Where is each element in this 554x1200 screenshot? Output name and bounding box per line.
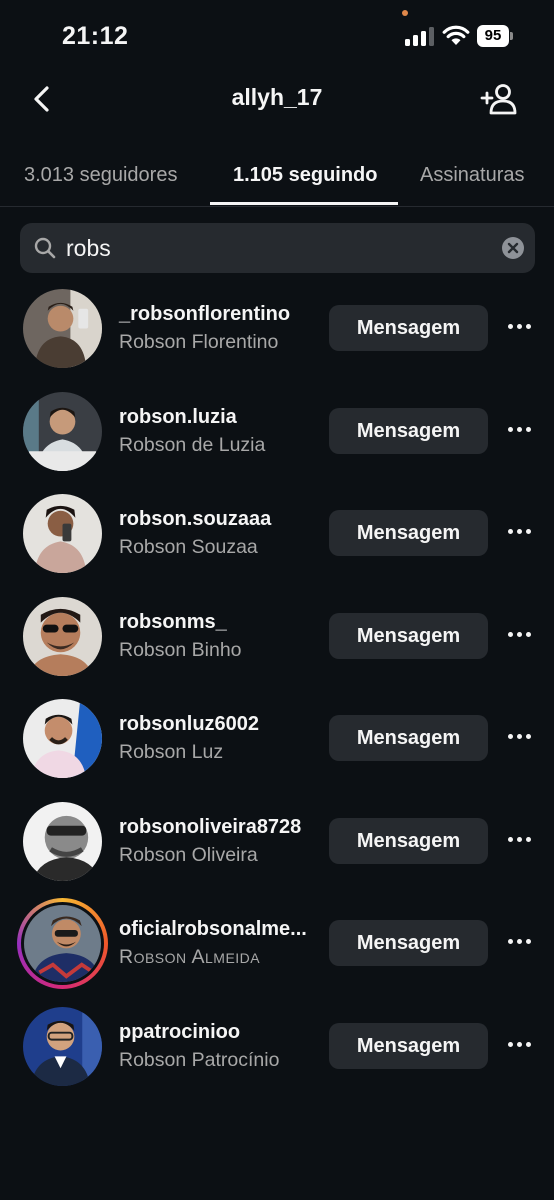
username[interactable]: robson.luzia xyxy=(119,406,237,429)
more-options-icon[interactable] xyxy=(508,937,532,947)
full-name: Robson Luz xyxy=(119,741,224,763)
username[interactable]: _robsonflorentino xyxy=(119,303,290,326)
avatar[interactable] xyxy=(23,596,102,676)
username[interactable]: robsonluz6002 xyxy=(119,713,259,736)
message-button[interactable]: Mensagem xyxy=(329,1022,488,1069)
list-item: ppatrocinioo Robson Patrocínio Mensagem xyxy=(0,995,554,1098)
more-options-icon[interactable] xyxy=(508,425,532,435)
full-name: Robson de Luzia xyxy=(119,433,266,456)
more-options-icon[interactable] xyxy=(508,630,532,640)
username[interactable]: robson.souzaaa xyxy=(119,508,271,531)
list-item: robson.luzia Robson de Luzia Mensagem xyxy=(0,380,554,483)
list-item: oficialrobsonalme... Robson Almeida Mens… xyxy=(0,892,554,995)
username[interactable]: oficialrobsonalme... xyxy=(119,918,307,941)
message-button[interactable]: Mensagem xyxy=(329,920,488,966)
message-button[interactable]: Mensagem xyxy=(329,612,488,659)
wifi-icon xyxy=(442,25,470,45)
list-item: robson.souzaaa Robson Souzaa Mensagem xyxy=(0,482,554,585)
camera-indicator-dot xyxy=(402,10,408,16)
page-title: allyh_17 xyxy=(231,84,323,110)
more-options-icon[interactable] xyxy=(508,835,532,845)
battery-icon: 95 xyxy=(477,25,513,47)
message-button[interactable]: Mensagem xyxy=(329,510,488,556)
full-name: Robson Almeida xyxy=(119,946,261,968)
add-person-icon[interactable] xyxy=(480,82,520,116)
more-options-icon[interactable] xyxy=(508,527,532,537)
full-name: Robson Oliveira xyxy=(119,843,258,866)
tab-followers[interactable]: 3.013 seguidores xyxy=(24,164,177,187)
list-item: robsonoliveira8728 Robson Oliveira Mensa… xyxy=(0,790,554,893)
avatar[interactable] xyxy=(23,699,102,778)
active-tab-indicator xyxy=(210,202,398,205)
message-button[interactable]: Mensagem xyxy=(329,305,488,351)
full-name: Robson Souzaa xyxy=(119,536,258,558)
message-button[interactable]: Mensagem xyxy=(329,715,488,761)
search-bar xyxy=(20,223,535,273)
username[interactable]: robsonms_ xyxy=(119,611,227,634)
avatar[interactable] xyxy=(23,494,102,573)
more-options-icon[interactable] xyxy=(508,732,532,742)
list-item: _robsonflorentino Robson Florentino Mens… xyxy=(0,277,554,380)
more-options-icon[interactable] xyxy=(508,322,532,332)
nav-bar: allyh_17 xyxy=(0,72,554,128)
avatar[interactable] xyxy=(23,289,102,368)
cellular-signal-icon xyxy=(405,26,435,46)
username[interactable]: ppatrocinioo xyxy=(119,1021,240,1044)
tab-subscriptions[interactable]: Assinaturas xyxy=(420,164,525,187)
list-item: robsonluz6002 Robson Luz Mensagem xyxy=(0,687,554,790)
clear-icon[interactable] xyxy=(502,237,524,259)
more-options-icon[interactable] xyxy=(508,1040,532,1050)
status-time: 21:12 xyxy=(62,22,129,50)
battery-level: 95 xyxy=(477,25,509,47)
full-name: Robson Binho xyxy=(119,638,242,661)
avatar[interactable] xyxy=(23,1006,102,1086)
message-button[interactable]: Mensagem xyxy=(329,817,488,864)
search-input[interactable] xyxy=(66,223,486,273)
full-name: Robson Florentino xyxy=(119,331,279,353)
status-bar: 21:12 95 xyxy=(0,0,554,72)
following-list: _robsonflorentino Robson Florentino Mens… xyxy=(0,277,554,1097)
tab-following[interactable]: 1.105 seguindo xyxy=(233,164,378,187)
search-icon xyxy=(34,237,56,259)
list-item: robsonms_ Robson Binho Mensagem xyxy=(0,585,554,688)
avatar[interactable] xyxy=(23,391,102,471)
follow-tabs: 3.013 seguidores 1.105 seguindo Assinatu… xyxy=(0,150,554,207)
avatar-with-story-ring[interactable] xyxy=(17,898,108,989)
full-name: Robson Patrocínio xyxy=(119,1048,280,1071)
avatar[interactable] xyxy=(23,801,102,881)
username[interactable]: robsonoliveira8728 xyxy=(119,816,301,839)
message-button[interactable]: Mensagem xyxy=(329,407,488,454)
